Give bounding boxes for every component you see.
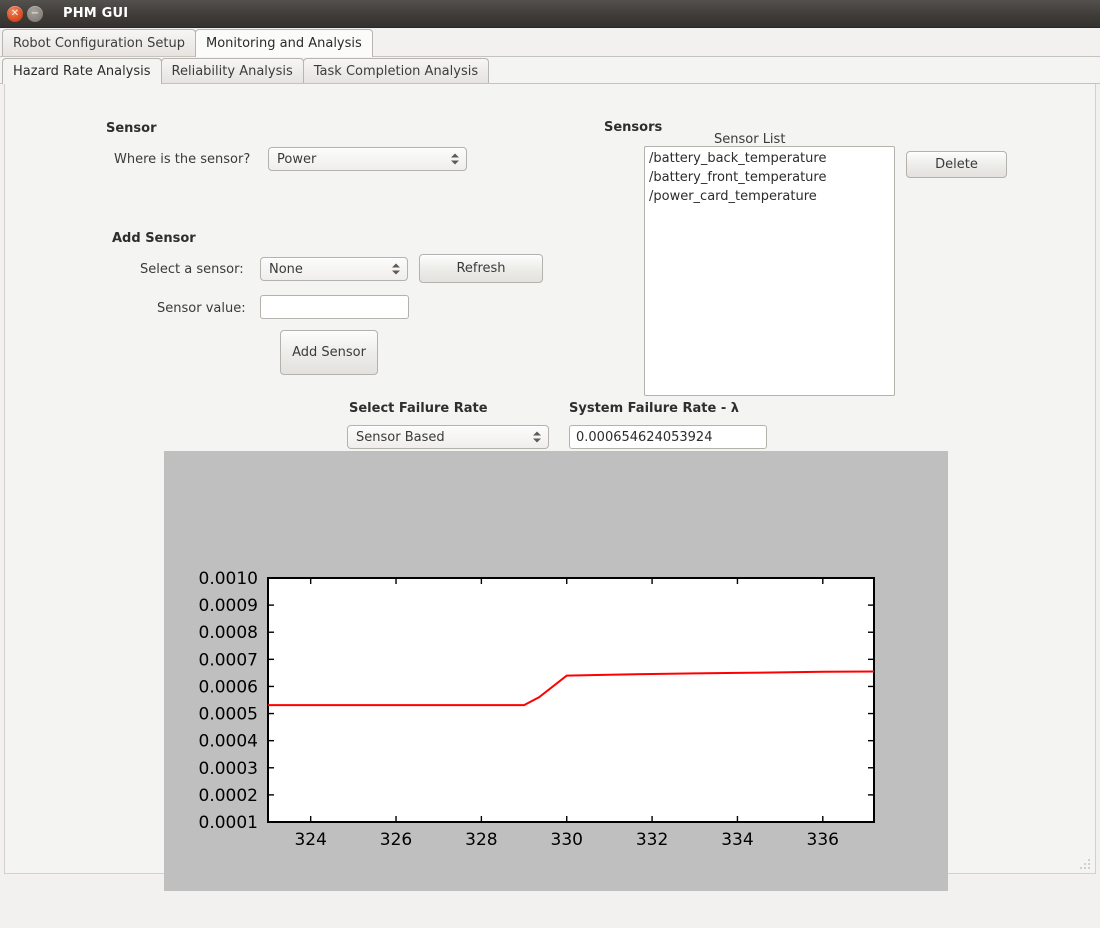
tab-label: Task Completion Analysis — [313, 63, 479, 79]
svg-text:330: 330 — [551, 830, 583, 850]
svg-text:334: 334 — [721, 830, 753, 850]
tab-monitoring-and-analysis[interactable]: Monitoring and Analysis — [194, 29, 373, 57]
axes-background — [267, 577, 875, 823]
window-titlebar: ✕ − PHM GUI — [0, 0, 1100, 28]
select-sensor-value: None — [269, 261, 303, 277]
svg-text:0.0007: 0.0007 — [199, 650, 258, 670]
refresh-button[interactable]: Refresh — [419, 254, 543, 283]
system-failure-rate-value[interactable]: 0.000654624053924 — [569, 425, 767, 449]
svg-text:326: 326 — [380, 830, 412, 850]
svg-text:336: 336 — [807, 830, 839, 850]
svg-text:324: 324 — [294, 830, 326, 850]
hazard-rate-plot-svg: 0.0001 0.0002 0.0003 0.0004 0.0005 0.0006 0.00… — [164, 451, 948, 891]
svg-text:0.0002: 0.0002 — [199, 786, 258, 806]
sensors-heading: Sensors — [604, 120, 663, 135]
sensor-location-dropdown[interactable]: Power — [268, 147, 467, 171]
sensor-value-input[interactable] — [260, 295, 409, 319]
list-item[interactable]: /power_card_temperature — [645, 187, 894, 206]
failure-rate-dropdown[interactable]: Sensor Based — [347, 425, 549, 449]
svg-text:0.0005: 0.0005 — [199, 705, 258, 725]
failure-rate-value: Sensor Based — [356, 429, 445, 445]
hazard-rate-chart: 0.0001 0.0002 0.0003 0.0004 0.0005 0.0006 0.00… — [164, 451, 948, 891]
add-sensor-section-heading: Add Sensor — [112, 231, 196, 246]
tab-task-completion-analysis[interactable]: Task Completion Analysis — [302, 58, 490, 83]
outer-tabbar: Robot Configuration Setup Monitoring and… — [0, 28, 1100, 57]
svg-text:0.0004: 0.0004 — [199, 732, 258, 752]
sensor-section-heading: Sensor — [106, 121, 157, 136]
tab-label: Hazard Rate Analysis — [13, 64, 151, 79]
svg-text:328: 328 — [465, 830, 497, 850]
chevron-updown-icon — [533, 431, 541, 443]
sensor-value-label: Sensor value: — [157, 301, 246, 316]
close-icon[interactable]: ✕ — [7, 5, 23, 22]
tab-reliability-analysis[interactable]: Reliability Analysis — [160, 58, 304, 83]
tab-label: Robot Configuration Setup — [13, 35, 185, 51]
list-item[interactable]: /battery_front_temperature — [645, 168, 894, 187]
inner-tabbar: Hazard Rate Analysis Reliability Analysi… — [0, 57, 1100, 84]
delete-button-label: Delete — [935, 157, 978, 172]
svg-text:0.0008: 0.0008 — [199, 623, 258, 643]
resize-grip-icon[interactable] — [1078, 857, 1092, 871]
where-is-the-sensor-label: Where is the sensor? — [114, 152, 251, 167]
svg-text:0.0001: 0.0001 — [199, 813, 258, 833]
chevron-updown-icon — [451, 153, 459, 165]
add-sensor-button-label: Add Sensor — [292, 345, 366, 360]
minimize-icon[interactable]: − — [27, 5, 43, 22]
chevron-updown-icon — [392, 263, 400, 275]
svg-text:332: 332 — [636, 830, 668, 850]
system-failure-rate-heading: System Failure Rate - λ — [569, 401, 739, 416]
svg-text:0.0006: 0.0006 — [199, 677, 258, 697]
refresh-button-label: Refresh — [456, 261, 506, 276]
svg-text:0.0009: 0.0009 — [199, 596, 258, 616]
sensor-location-value: Power — [277, 151, 317, 167]
sensor-list[interactable]: /battery_back_temperature /battery_front… — [644, 146, 895, 396]
select-sensor-dropdown[interactable]: None — [260, 257, 408, 281]
svg-text:0.0010: 0.0010 — [199, 569, 258, 589]
tab-robot-configuration-setup[interactable]: Robot Configuration Setup — [2, 29, 196, 56]
window-title: PHM GUI — [63, 6, 129, 21]
sensor-list-title: Sensor List — [714, 132, 786, 147]
select-failure-rate-heading: Select Failure Rate — [349, 401, 488, 416]
delete-button[interactable]: Delete — [906, 151, 1007, 178]
tab-label: Monitoring and Analysis — [205, 36, 362, 51]
add-sensor-button[interactable]: Add Sensor — [280, 330, 378, 375]
list-item[interactable]: /battery_back_temperature — [645, 149, 894, 168]
tab-label: Reliability Analysis — [171, 63, 293, 79]
svg-text:0.0003: 0.0003 — [199, 759, 258, 779]
tab-hazard-rate-analysis[interactable]: Hazard Rate Analysis — [2, 58, 162, 84]
select-a-sensor-label: Select a sensor: — [140, 262, 244, 277]
hazard-rate-analysis-panel: Sensor Where is the sensor? Power Add Se… — [4, 84, 1096, 891]
